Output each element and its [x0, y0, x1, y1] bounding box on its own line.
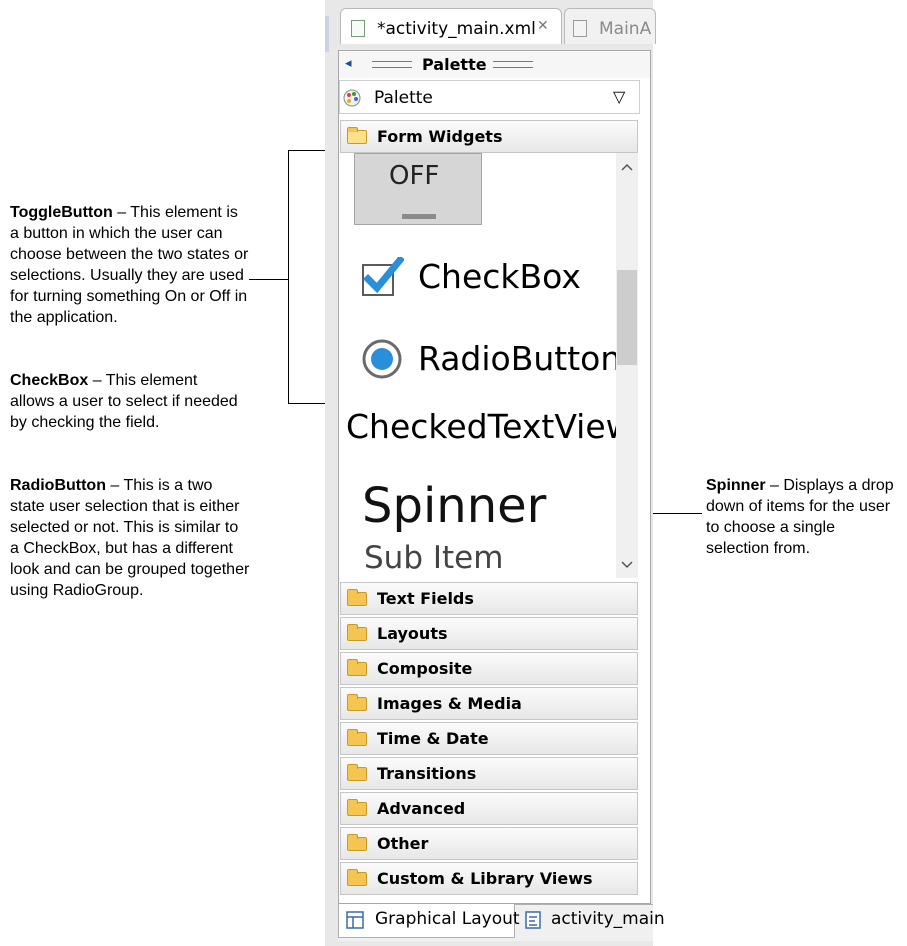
folder-icon	[347, 589, 367, 606]
folder-icon	[347, 694, 367, 711]
checkbox-label: CheckBox	[418, 257, 581, 296]
folder-open-icon	[347, 127, 367, 144]
grip-line	[493, 67, 533, 68]
tab-label: Graphical Layout	[375, 909, 520, 929]
category-label: Advanced	[377, 799, 466, 818]
category-label: Custom & Library Views	[377, 869, 593, 888]
category-advanced[interactable]: Advanced	[340, 792, 638, 825]
widget-scrollbar[interactable]	[616, 153, 638, 578]
bracket-pointer-line	[249, 279, 289, 280]
spinner-sub-item: Sub Item	[364, 540, 504, 576]
tab-graphical-layout[interactable]: Graphical Layout	[338, 904, 520, 938]
spinner-widget[interactable]: Spinner Sub Item	[362, 478, 612, 578]
checkbox-annotation: CheckBox – This element allows a user to…	[10, 372, 238, 431]
radio-selected-icon	[362, 339, 402, 379]
grip-line	[372, 67, 412, 68]
category-form-widgets[interactable]: Form Widgets	[340, 120, 638, 153]
folder-icon	[347, 764, 367, 781]
grip-line	[493, 61, 533, 62]
toggle-button-widget[interactable]: OFF	[354, 153, 482, 225]
category-text-fields[interactable]: Text Fields	[340, 582, 638, 615]
tab-label: *activity_main.xml	[377, 19, 536, 39]
checked-text-view-widget[interactable]: CheckedTextView	[346, 407, 616, 446]
scroll-up-icon[interactable]	[620, 162, 634, 172]
toggle-indicator	[402, 214, 436, 219]
radiobutton-annotation: RadioButton – This is a two state user s…	[10, 477, 250, 599]
category-label: Images & Media	[377, 694, 522, 713]
category-label: Text Fields	[377, 589, 474, 608]
close-icon[interactable]: ✕	[537, 18, 549, 34]
category-label: Form Widgets	[377, 127, 503, 146]
widget-preview-list: OFF CheckBox RadioButton CheckedTextView…	[340, 153, 616, 578]
category-transitions[interactable]: Transitions	[340, 757, 638, 790]
scrollbar-thumb[interactable]	[617, 270, 637, 365]
folder-icon	[347, 624, 367, 641]
category-label: Transitions	[377, 764, 477, 783]
category-composite[interactable]: Composite	[340, 652, 638, 685]
tab-main-activity[interactable]: MainA	[564, 8, 656, 44]
category-label: Composite	[377, 659, 473, 678]
folder-icon	[347, 869, 367, 886]
togglebutton-annotation: ToggleButton – This element is a button …	[10, 204, 249, 326]
category-layouts[interactable]: Layouts	[340, 617, 638, 650]
bracket-vertical-line	[288, 150, 289, 403]
scroll-down-icon[interactable]	[620, 560, 634, 570]
palette-title-bar: ◂ Palette	[339, 52, 650, 78]
checkbox-widget[interactable]: CheckBox	[360, 255, 616, 299]
layout-icon	[346, 911, 364, 929]
xml-source-icon	[525, 911, 541, 929]
spinner-annotation: Spinner – Displays a drop down of items …	[706, 477, 894, 557]
tab-activity-main[interactable]: activity_main	[517, 904, 665, 938]
grip-line	[372, 61, 412, 62]
collapse-arrow-icon[interactable]: ◂	[345, 55, 352, 71]
tab-label: MainA	[599, 19, 652, 39]
folder-icon	[347, 799, 367, 816]
category-label: Layouts	[377, 624, 448, 643]
folder-icon	[347, 834, 367, 851]
category-other[interactable]: Other	[340, 827, 638, 860]
checkbox-checked-icon	[362, 257, 404, 296]
toggle-off-label: OFF	[389, 161, 440, 191]
category-custom-library-views[interactable]: Custom & Library Views	[340, 862, 638, 895]
palette-dropdown[interactable]: Palette ▽	[339, 80, 640, 114]
editor-edge	[325, 16, 329, 52]
folder-icon	[347, 659, 367, 676]
dropdown-label: Palette	[374, 88, 433, 108]
spinner-label: Spinner	[362, 478, 547, 534]
radiobutton-label: RadioButton	[418, 339, 616, 378]
category-label: Other	[377, 834, 429, 853]
dropdown-arrow-icon[interactable]: ▽	[613, 87, 625, 107]
xml-file-icon	[351, 20, 365, 37]
category-time-date[interactable]: Time & Date	[340, 722, 638, 755]
java-file-icon	[573, 20, 587, 37]
tab-label: activity_main	[551, 909, 665, 929]
radiobutton-widget[interactable]: RadioButton	[360, 337, 616, 381]
palette-title: Palette	[422, 55, 487, 74]
palette-icon	[343, 89, 361, 107]
category-images-media[interactable]: Images & Media	[340, 687, 638, 720]
category-label: Time & Date	[377, 729, 489, 748]
tab-activity-main-xml[interactable]: *activity_main.xml ✕	[340, 8, 562, 44]
folder-icon	[347, 729, 367, 746]
